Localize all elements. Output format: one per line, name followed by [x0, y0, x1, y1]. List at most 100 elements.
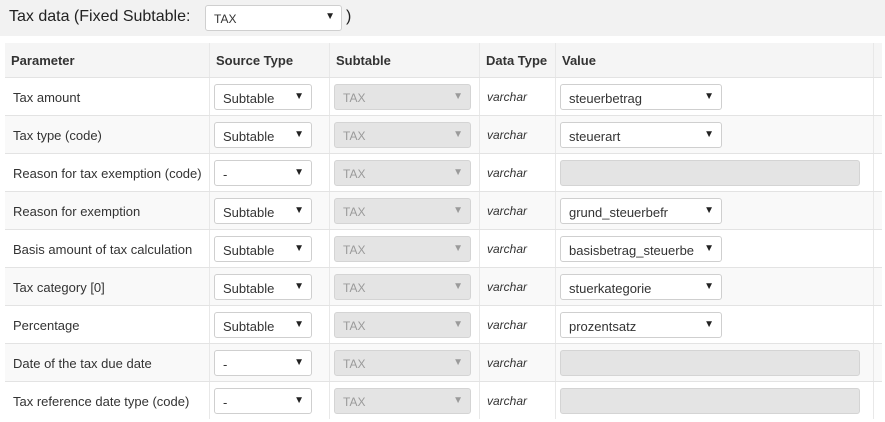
chevron-down-icon: ▼	[294, 205, 304, 216]
chevron-down-icon: ▼	[704, 319, 714, 330]
source-type-value: Subtable	[223, 205, 275, 220]
data-type-cell: varchar	[479, 382, 555, 419]
chevron-down-icon: ▼	[704, 281, 714, 292]
source-type-select[interactable]: Subtable ▼	[214, 312, 312, 338]
parameter-cell: Tax reference date type (code)	[5, 382, 209, 419]
subtable-cell: TAX ▼	[329, 382, 479, 419]
data-type-label: varchar	[487, 394, 528, 408]
source-type-select[interactable]: Subtable ▼	[214, 84, 312, 110]
chevron-down-icon: ▼	[294, 129, 304, 140]
value-select[interactable]: steuerart ▼	[560, 122, 722, 148]
subtable-cell: TAX ▼	[329, 192, 479, 229]
value-select-value: stuerkategorie	[569, 281, 652, 296]
chevron-down-icon: ▼	[704, 243, 714, 254]
source-type-select[interactable]: Subtable ▼	[214, 274, 312, 300]
source-type-select[interactable]: - ▼	[214, 388, 312, 414]
parameter-cell: Tax amount	[5, 78, 209, 115]
chevron-down-icon: ▼	[704, 129, 714, 140]
subtable-select-disabled: TAX ▼	[334, 122, 471, 148]
column-header-parameter-label: Parameter	[11, 53, 75, 68]
row-spacer	[873, 78, 882, 115]
column-header-value-label: Value	[562, 53, 596, 68]
chevron-down-icon: ▼	[453, 91, 463, 102]
parameter-label: Tax reference date type (code)	[13, 394, 190, 409]
column-header-parameter: Parameter	[5, 43, 209, 77]
source-type-cell: Subtable ▼	[209, 306, 329, 343]
source-type-select[interactable]: Subtable ▼	[214, 198, 312, 224]
parameter-label: Reason for exemption	[13, 204, 141, 219]
source-type-cell: Subtable ▼	[209, 78, 329, 115]
fixed-subtable-select[interactable]: TAX ▼	[205, 5, 342, 31]
row-spacer	[873, 154, 882, 191]
data-type-label: varchar	[487, 166, 528, 180]
data-type-label: varchar	[487, 90, 528, 104]
data-type-cell: varchar	[479, 344, 555, 381]
subtable-cell: TAX ▼	[329, 268, 479, 305]
table-row: Reason for tax exemption (code) - ▼ TAX …	[5, 153, 882, 191]
source-type-select[interactable]: Subtable ▼	[214, 236, 312, 262]
value-select[interactable]: steuerbetrag ▼	[560, 84, 722, 110]
source-type-select[interactable]: - ▼	[214, 350, 312, 376]
value-select-value: prozentsatz	[569, 319, 637, 334]
value-select-value: steuerbetrag	[569, 91, 642, 106]
value-cell: grund_steuerbefr ▼	[555, 192, 873, 229]
subtable-value: TAX	[343, 129, 366, 143]
source-type-value: Subtable	[223, 281, 275, 296]
chevron-down-icon: ▼	[294, 357, 304, 368]
section-header: Tax data (Fixed Subtable: TAX ▼ )	[0, 0, 885, 36]
subtable-cell: TAX ▼	[329, 344, 479, 381]
value-select[interactable]: grund_steuerbefr ▼	[560, 198, 722, 224]
source-type-cell: Subtable ▼	[209, 230, 329, 267]
column-header-source-type: Source Type	[209, 43, 329, 77]
subtable-select-disabled: TAX ▼	[334, 312, 471, 338]
subtable-cell: TAX ▼	[329, 78, 479, 115]
parameter-cell: Tax type (code)	[5, 116, 209, 153]
subtable-value: TAX	[343, 205, 366, 219]
chevron-down-icon: ▼	[453, 205, 463, 216]
parameter-cell: Percentage	[5, 306, 209, 343]
source-type-select[interactable]: - ▼	[214, 160, 312, 186]
subtable-select-disabled: TAX ▼	[334, 160, 471, 186]
chevron-down-icon: ▼	[294, 319, 304, 330]
subtable-value: TAX	[343, 395, 366, 409]
column-header-source-type-label: Source Type	[216, 53, 294, 68]
data-type-label: varchar	[487, 356, 528, 370]
data-type-label: varchar	[487, 128, 528, 142]
source-type-value: -	[223, 395, 228, 410]
value-cell: basisbetrag_steuerbe ▼	[555, 230, 873, 267]
column-header-value: Value	[555, 43, 873, 77]
source-type-cell: Subtable ▼	[209, 268, 329, 305]
value-field-disabled	[560, 160, 860, 186]
source-type-value: Subtable	[223, 243, 275, 258]
subtable-value: TAX	[343, 281, 366, 295]
table-row: Tax type (code) Subtable ▼ TAX ▼ varchar…	[5, 115, 882, 153]
chevron-down-icon: ▼	[294, 281, 304, 292]
source-type-cell: Subtable ▼	[209, 116, 329, 153]
chevron-down-icon: ▼	[453, 243, 463, 254]
tax-data-table: Parameter Source Type Subtable Data Type…	[5, 43, 882, 419]
data-type-cell: varchar	[479, 230, 555, 267]
chevron-down-icon: ▼	[453, 357, 463, 368]
source-type-select[interactable]: Subtable ▼	[214, 122, 312, 148]
table-row: Date of the tax due date - ▼ TAX ▼ varch…	[5, 343, 882, 381]
value-select[interactable]: basisbetrag_steuerbe ▼	[560, 236, 722, 262]
subtable-cell: TAX ▼	[329, 116, 479, 153]
value-select[interactable]: stuerkategorie ▼	[560, 274, 722, 300]
source-type-value: -	[223, 167, 228, 182]
value-cell	[555, 382, 873, 419]
subtable-select-disabled: TAX ▼	[334, 84, 471, 110]
subtable-value: TAX	[343, 243, 366, 257]
table-row: Tax category [0] Subtable ▼ TAX ▼ varcha…	[5, 267, 882, 305]
subtable-value: TAX	[343, 319, 366, 333]
data-type-cell: varchar	[479, 192, 555, 229]
data-type-cell: varchar	[479, 306, 555, 343]
parameter-label: Date of the tax due date	[13, 356, 152, 371]
chevron-down-icon: ▼	[294, 395, 304, 406]
data-type-cell: varchar	[479, 116, 555, 153]
value-select[interactable]: prozentsatz ▼	[560, 312, 722, 338]
row-spacer	[873, 268, 882, 305]
data-type-cell: varchar	[479, 78, 555, 115]
row-spacer	[873, 116, 882, 153]
table-row: Tax reference date type (code) - ▼ TAX ▼…	[5, 381, 882, 419]
chevron-down-icon: ▼	[704, 205, 714, 216]
